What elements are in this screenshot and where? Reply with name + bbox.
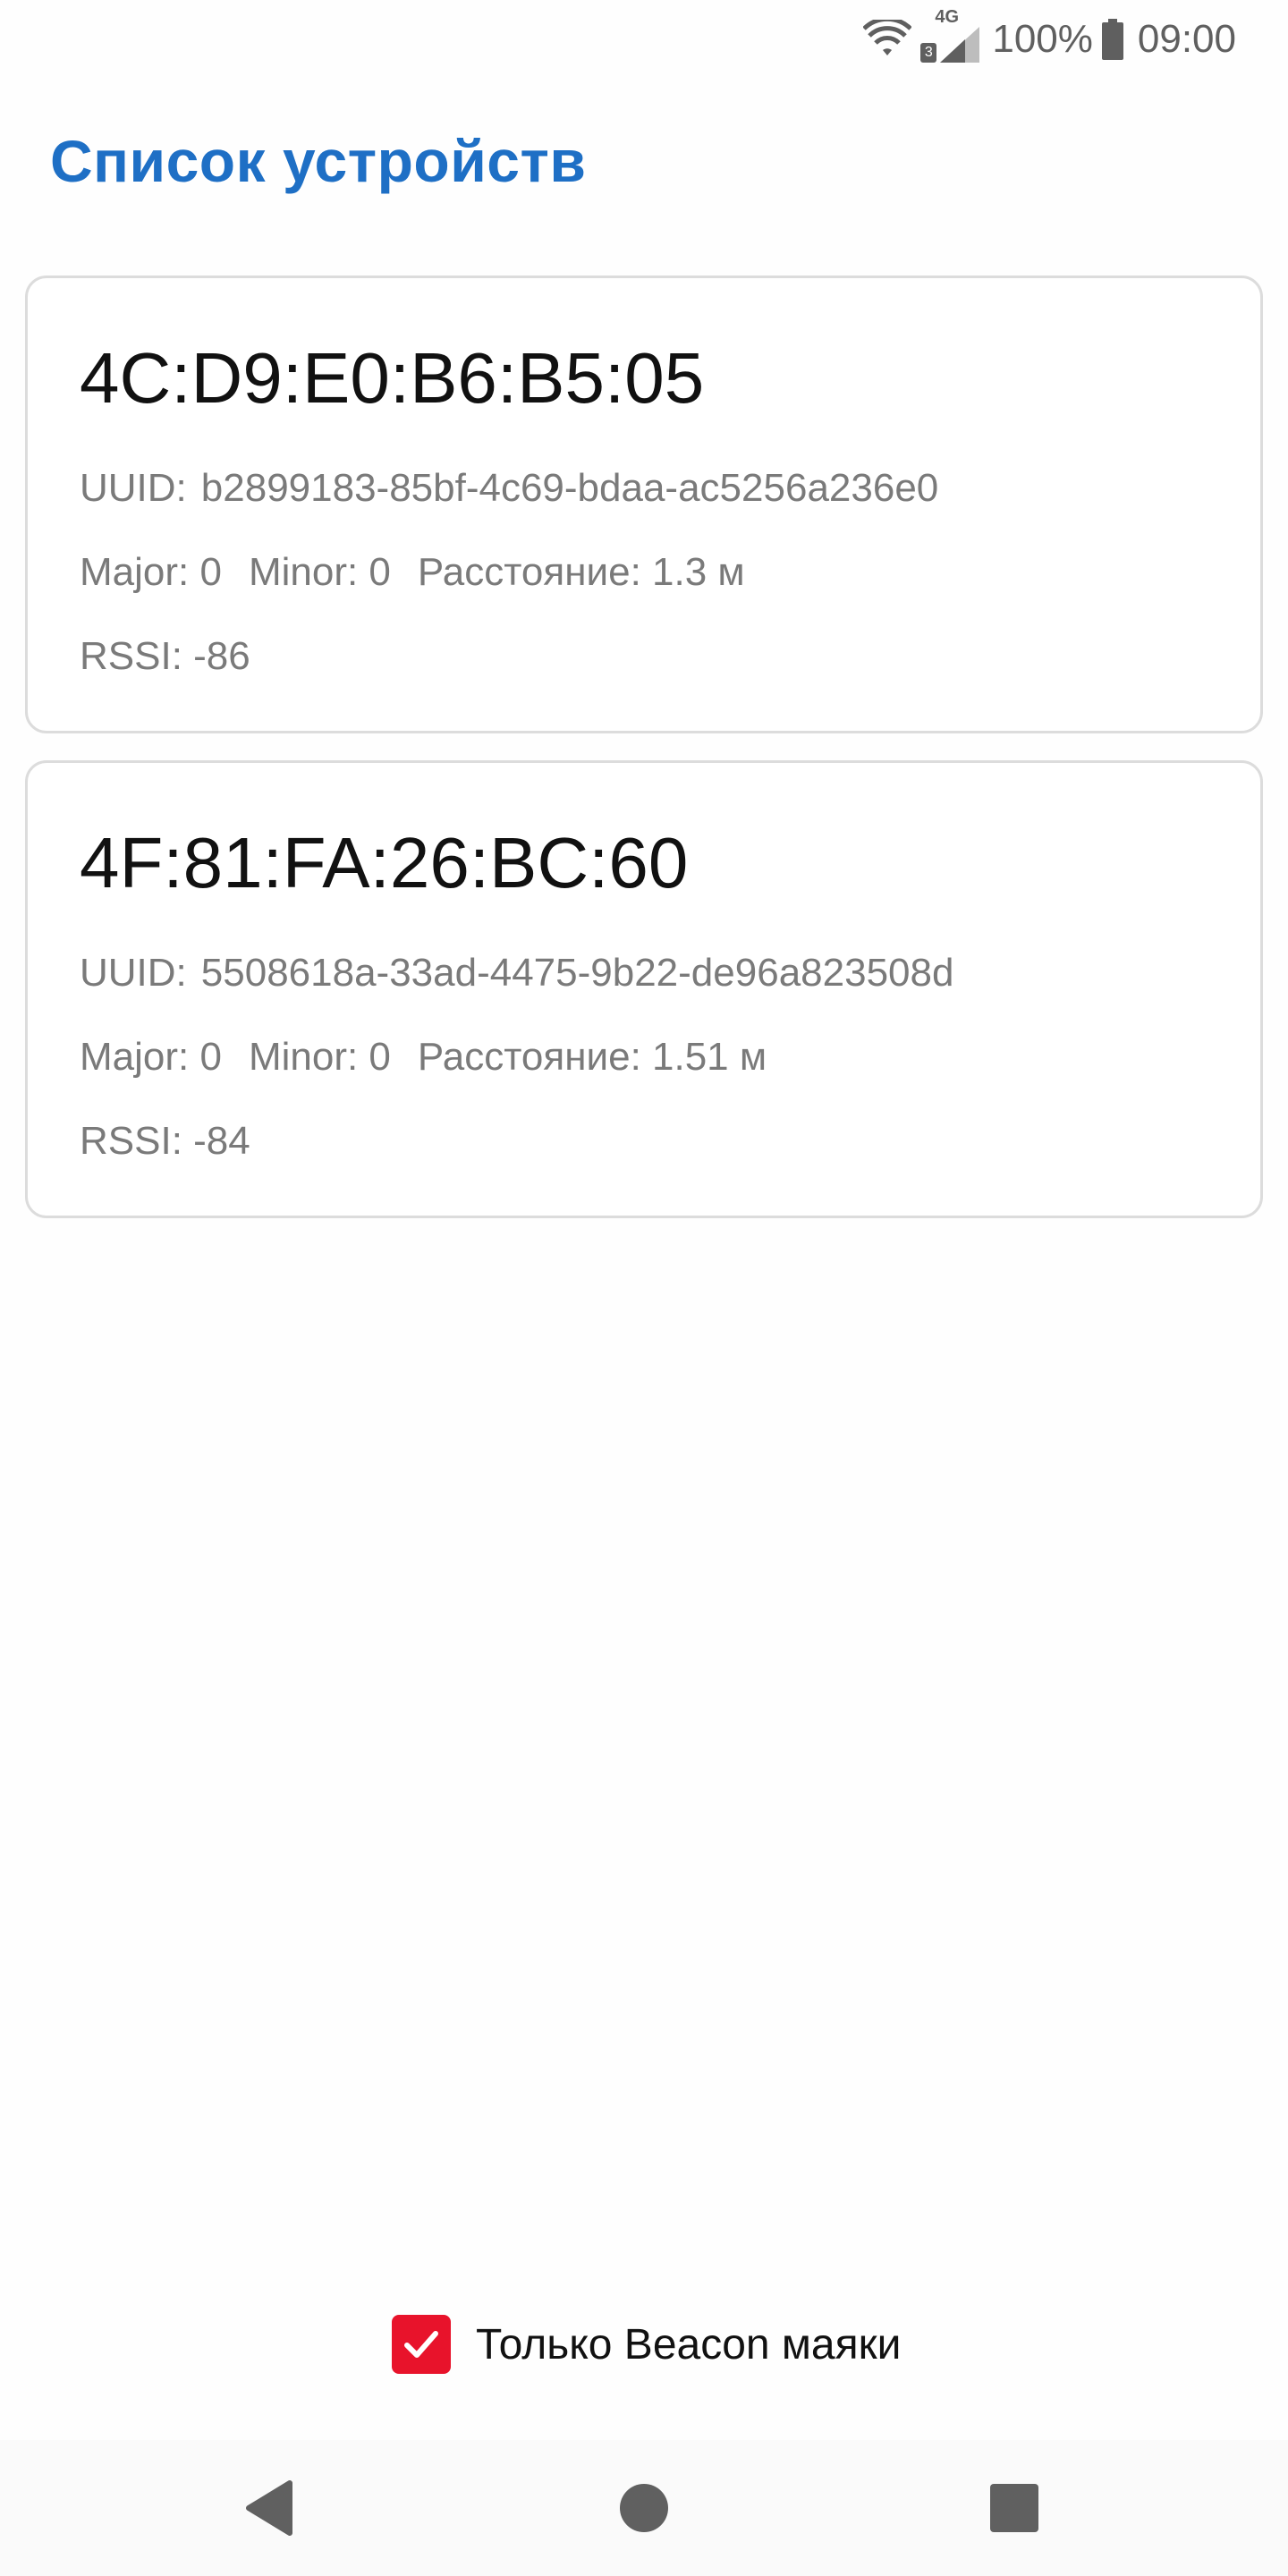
home-icon [620, 2484, 668, 2532]
wifi-icon [863, 20, 912, 59]
rssi-value: RSSI: -86 [80, 634, 250, 678]
status-time: 09:00 [1137, 17, 1236, 61]
minor-value: Minor: 0 [248, 1035, 391, 1079]
major-value: Major: 0 [80, 1035, 222, 1079]
beacon-filter-row[interactable]: Только Beacon маяки [392, 2315, 901, 2374]
device-card[interactable]: 4C:D9:E0:B6:B5:05 UUID: b2899183-85bf-4c6… [25, 275, 1263, 733]
battery-icon [1101, 19, 1123, 60]
screen: 4G 3 100% 09:00 Список устройств 4C:D9:E… [0, 0, 1288, 2576]
distance-value: Расстояние: 1.51 м [417, 1035, 767, 1079]
rssi-value: RSSI: -84 [80, 1119, 250, 1163]
uuid-label: UUID: [80, 951, 187, 995]
device-mac-address: 4F:81:FA:26:BC:60 [80, 823, 689, 902]
signal-icon: 4G 3 [920, 7, 983, 64]
device-card[interactable]: 4F:81:FA:26:BC:60 UUID: 5508618a-33ad-447… [25, 760, 1263, 1218]
device-list: 4C:D9:E0:B6:B5:05 UUID: b2899183-85bf-4c6… [25, 275, 1263, 1245]
recents-icon [990, 2484, 1038, 2532]
minor-value: Minor: 0 [248, 550, 391, 594]
battery-percent: 100% [992, 17, 1093, 61]
status-bar: 4G 3 100% 09:00 [0, 0, 1288, 79]
status-icons: 4G 3 100% 09:00 [863, 7, 1236, 66]
beacon-filter-label[interactable]: Только Beacon маяки [476, 2320, 901, 2369]
home-button[interactable] [608, 2472, 680, 2544]
major-value: Major: 0 [80, 550, 222, 594]
device-mac-address: 4C:D9:E0:B6:B5:05 [80, 338, 705, 418]
recents-button[interactable] [979, 2472, 1050, 2544]
distance-value: Расстояние: 1.3 м [417, 550, 745, 594]
device-uuid-row: UUID: b2899183-85bf-4c69-bdaa-ac5256a236e… [80, 466, 938, 511]
sim-label: 3 [920, 43, 937, 63]
device-params-row: Major: 0 Minor: 0 Расстояние: 1.51 м [80, 1035, 767, 1080]
navigation-bar [0, 2440, 1288, 2576]
back-button[interactable] [234, 2472, 306, 2544]
device-params-row: Major: 0 Minor: 0 Расстояние: 1.3 м [80, 550, 745, 595]
device-uuid-row: UUID: 5508618a-33ad-4475-9b22-de96a823508… [80, 951, 953, 996]
uuid-value: b2899183-85bf-4c69-bdaa-ac5256a236e0 [200, 466, 939, 510]
back-icon [246, 2480, 292, 2536]
uuid-value: 5508618a-33ad-4475-9b22-de96a823508d [200, 951, 954, 995]
checkmark-icon [404, 2331, 438, 2358]
uuid-label: UUID: [80, 466, 187, 510]
page-title: Список устройств [50, 128, 587, 194]
beacon-filter-checkbox[interactable] [392, 2315, 451, 2374]
